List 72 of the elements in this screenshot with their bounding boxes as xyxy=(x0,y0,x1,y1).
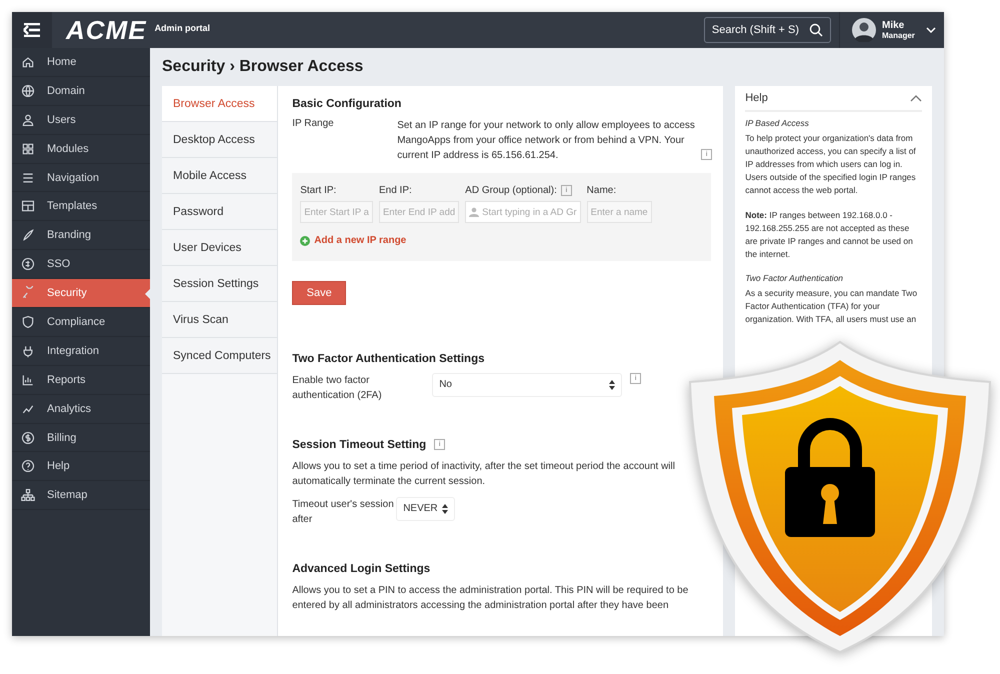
avatar-icon xyxy=(852,18,876,42)
plus-icon xyxy=(300,236,310,246)
sidebar-item[interactable]: Billing xyxy=(12,424,150,452)
portal-subtitle: Admin portal xyxy=(154,23,210,33)
section-title: Session Timeout Setting xyxy=(292,438,426,450)
chevron-down-icon xyxy=(926,27,936,33)
nav-icon xyxy=(21,199,35,214)
person-icon xyxy=(469,207,480,217)
sidebar-item[interactable]: Branding xyxy=(12,221,150,250)
nav-icon xyxy=(21,488,35,502)
field-label: AD Group (optional): xyxy=(465,185,557,196)
help-title: Help xyxy=(745,92,768,104)
nav-icon xyxy=(21,286,35,300)
nav-icon xyxy=(21,84,35,98)
user-role: Manager xyxy=(882,31,916,40)
select-field[interactable]: NEVER xyxy=(396,496,455,520)
nav-icon xyxy=(21,112,35,127)
sidebar-item[interactable]: Modules xyxy=(12,134,150,164)
help-heading: Two Factor Authentication xyxy=(745,273,844,283)
sort-arrows-icon xyxy=(442,504,448,514)
sidebar-item[interactable]: Sitemap xyxy=(12,481,150,510)
help-text: Note: IP ranges between 192.168.0.0 - 192.168.255.255 are not accepted as these are private IP ranges and cannot be used on the internet. xyxy=(745,209,914,261)
chevron-up-icon[interactable] xyxy=(910,94,922,102)
subnav-item[interactable]: Browser Access xyxy=(162,86,278,122)
help-heading: IP Based Access xyxy=(745,118,810,128)
sidebar-item[interactable]: Analytics xyxy=(12,394,150,424)
field-label: Enable two factor authentication (2FA) xyxy=(292,374,383,402)
logo: ACME xyxy=(66,14,147,46)
nav-icon xyxy=(21,344,35,358)
nav-icon xyxy=(21,142,35,156)
search-field[interactable]: Search (Shift + S) xyxy=(704,17,831,43)
nav-icon xyxy=(21,257,35,272)
nav-icon xyxy=(21,459,35,474)
help-text: As a security measure, you can mandate Two Factor Authentication (TFA) for your organization. With TFA, all users must use an xyxy=(745,287,918,326)
menu-icon xyxy=(23,23,41,37)
description-text: Set an IP range for your network to only allow employees to access MangoApps from your office network or from behind a VPN. Your current IP address is 65.156.61.254. xyxy=(397,119,696,163)
menu-button[interactable] xyxy=(12,12,52,48)
select-field[interactable]: No xyxy=(432,372,622,396)
add-ip-range-link[interactable]: Add a new IP range xyxy=(300,235,406,246)
user-name: Mike xyxy=(882,20,906,31)
nav-icon xyxy=(21,314,35,329)
sidebar-item[interactable]: Help xyxy=(12,452,150,482)
sidebar-item[interactable]: Integration xyxy=(12,336,150,366)
nav-icon xyxy=(21,54,35,69)
field-label: End IP: xyxy=(378,185,412,196)
save-button[interactable]: Save xyxy=(292,280,346,304)
sidebar-item[interactable]: Domain xyxy=(12,76,150,106)
description-text: Allows you to set a PIN to access the administration portal. This PIN will be required to be entered by all administrators accessing the administration portal after they have been xyxy=(292,584,690,612)
sidebar-item[interactable]: Users xyxy=(12,106,150,135)
section-title: Two Factor Authentication Settings xyxy=(292,352,486,364)
nav-icon xyxy=(21,372,35,387)
section-title: Basic Configuration xyxy=(292,98,402,110)
field-label: Start IP: xyxy=(300,185,336,196)
sidebar-item[interactable]: Security xyxy=(12,279,150,308)
sidebar-item[interactable]: Home xyxy=(12,48,150,77)
nav-icon xyxy=(21,228,35,242)
sidebar-item[interactable]: Navigation xyxy=(12,164,150,192)
page-title: Security › Browser Access xyxy=(162,58,364,76)
field-label: Name: xyxy=(586,185,616,196)
field-label: Timeout user's session after xyxy=(292,498,395,526)
sidebar-item[interactable]: Compliance xyxy=(12,308,150,337)
user-menu[interactable]: Mike Manager xyxy=(839,12,944,48)
nav-icon xyxy=(21,170,35,184)
description-text: Allows you to set a time period of inactivity, after the set timeout period the account will automatically terminate the current session. xyxy=(292,460,676,488)
field-label: IP Range xyxy=(292,118,335,131)
section-title: Advanced Login Settings xyxy=(292,562,432,574)
nav-icon xyxy=(21,430,35,445)
help-text: To help protect your organization's data from unauthorized access, you can specify a list of IP addresses from which users can log in. Users outside of the specified login IP ranges cannot access the web portal. xyxy=(745,132,917,197)
sidebar-item[interactable]: Reports xyxy=(12,366,150,395)
sort-arrows-icon xyxy=(609,380,616,390)
search-icon xyxy=(809,23,823,37)
sidebar-item[interactable]: Templates xyxy=(12,192,150,222)
